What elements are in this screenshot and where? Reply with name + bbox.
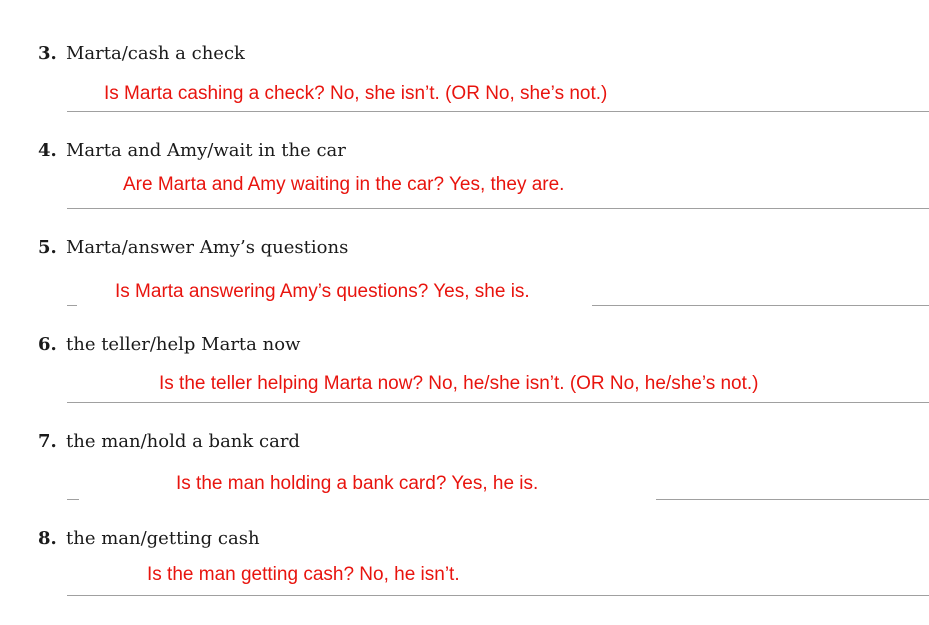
item-prompt: 5. Marta/answer Amy’s questions xyxy=(38,237,348,259)
answer-line-right xyxy=(592,305,929,306)
exercise-item: 5. Marta/answer Amy’s questions Is Marta … xyxy=(0,237,929,334)
item-prompt-text: Marta/cash a check xyxy=(66,43,245,64)
item-prompt-text: the man/getting cash xyxy=(66,528,260,549)
answer-line xyxy=(67,208,929,209)
item-prompt-text: Marta/answer Amy’s questions xyxy=(66,237,349,258)
exercise-item: 7. the man/hold a bank card Is the man ho… xyxy=(0,431,929,528)
item-prompt-text: the man/hold a bank card xyxy=(66,431,300,452)
exercise-item: 4. Marta and Amy/wait in the car Are Mart… xyxy=(0,140,929,237)
item-number: 3. xyxy=(38,43,57,64)
answer-text: Is Marta answering Amy’s questions? Yes,… xyxy=(115,281,530,302)
item-prompt: 6. the teller/help Marta now xyxy=(38,334,300,356)
exercise-item: 6. the teller/help Marta now Is the telle… xyxy=(0,334,929,431)
answer-line-left xyxy=(67,499,79,500)
item-number: 7. xyxy=(38,431,57,452)
answer-text: Is the teller helping Marta now? No, he/… xyxy=(159,373,759,394)
answer-text: Are Marta and Amy waiting in the car? Ye… xyxy=(123,174,565,195)
item-prompt: 7. the man/hold a bank card xyxy=(38,431,300,453)
answer-line xyxy=(67,595,929,596)
item-number: 5. xyxy=(38,237,57,258)
answer-line xyxy=(67,402,929,403)
item-prompt-text: the teller/help Marta now xyxy=(66,334,301,355)
answer-line-right xyxy=(656,499,929,500)
answer-line-left xyxy=(67,305,77,306)
item-prompt: 4. Marta and Amy/wait in the car xyxy=(38,140,346,162)
item-prompt: 3. Marta/cash a check xyxy=(38,43,245,65)
exercise-item: 8. the man/getting cash Is the man gettin… xyxy=(0,528,929,625)
answer-line xyxy=(67,111,929,112)
item-number: 8. xyxy=(38,528,57,549)
answer-text: Is the man getting cash? No, he isn’t. xyxy=(147,564,460,585)
item-prompt: 8. the man/getting cash xyxy=(38,528,260,550)
exercise-item: 3. Marta/cash a check Is Marta cashing a … xyxy=(0,43,929,140)
item-number: 6. xyxy=(38,334,57,355)
item-number: 4. xyxy=(38,140,57,161)
answer-text: Is Marta cashing a check? No, she isn’t.… xyxy=(104,83,608,104)
item-prompt-text: Marta and Amy/wait in the car xyxy=(66,140,346,161)
answer-text: Is the man holding a bank card? Yes, he … xyxy=(176,473,539,494)
